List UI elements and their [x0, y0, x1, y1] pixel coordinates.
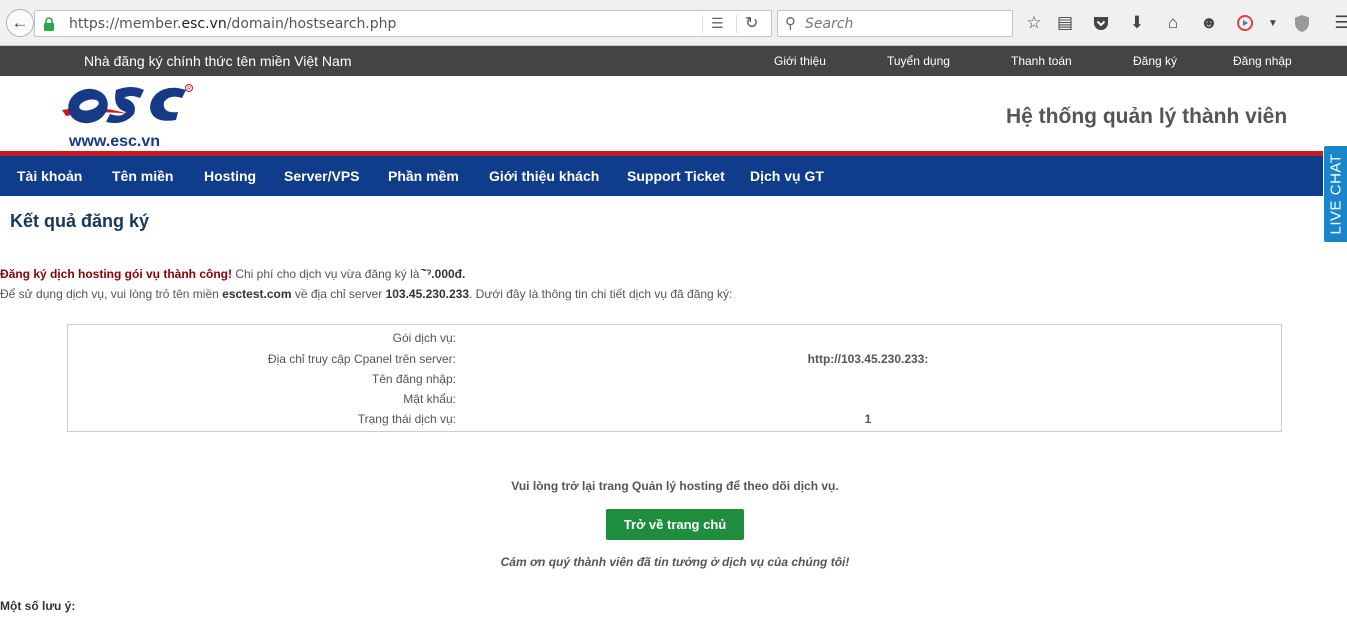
reader-view-icon[interactable]: ☰: [711, 15, 724, 32]
home-icon[interactable]: ⌂: [1162, 12, 1184, 34]
success-text: Đăng ký dịch hosting gói vụ thành công!: [0, 267, 232, 281]
thank-you-note: Cám ơn quý thành viên đã tin tưởng ở dịc…: [500, 555, 850, 569]
lock-icon: [44, 17, 54, 31]
esc-logo[interactable]: R www.esc.vn: [58, 80, 198, 152]
separator: [736, 15, 737, 33]
notes-heading: Một số lưu ý:: [0, 599, 76, 613]
instruction-text: Để sử dụng dịch vụ, vui lòng trỏ tên miề…: [0, 287, 223, 301]
extension-icon[interactable]: [1234, 12, 1256, 34]
dropdown-arrow-icon[interactable]: ▼: [1262, 12, 1284, 34]
back-arrow-icon[interactable]: ←: [6, 9, 34, 37]
search-bar[interactable]: ⚲ Search: [777, 10, 1013, 37]
svg-text:R: R: [187, 86, 191, 92]
shield-icon[interactable]: [1291, 12, 1313, 34]
esc-logo-graphic: R: [62, 84, 193, 124]
instruction-text: . Dưới đây là thông tin chi tiết dịch vụ…: [469, 287, 733, 301]
main-nav: Tài khoản Tên miền Hosting Server/VPS Ph…: [0, 156, 1347, 196]
bookmark-star-icon[interactable]: ☆: [1023, 12, 1045, 34]
detail-label-package: Gói dịch vụ:: [392, 331, 456, 345]
browser-toolbar: ← https://member.esc.vn/domain/hostsearc…: [0, 0, 1347, 46]
link-about[interactable]: Giới thiệu: [774, 54, 826, 68]
detail-label-status: Trạng thái dịch vụ:: [357, 412, 456, 426]
search-icon: ⚲: [785, 15, 796, 32]
nav-domains[interactable]: Tên miền: [112, 168, 173, 184]
nav-support-ticket[interactable]: Support Ticket: [627, 168, 725, 184]
top-bar: Nhà đăng ký chính thức tên miền Việt Nam…: [0, 46, 1347, 76]
search-placeholder: Search: [805, 16, 854, 32]
download-icon[interactable]: ⬇: [1126, 12, 1148, 34]
pocket-icon[interactable]: [1090, 12, 1112, 34]
server-ip: 103.45.230.233: [385, 287, 469, 301]
reading-list-icon[interactable]: ▤: [1054, 12, 1076, 34]
site-header: R www.esc.vn Hệ thống quản lý thành viên: [0, 76, 1347, 152]
nav-value-added-services[interactable]: Dịch vụ GT: [750, 168, 824, 184]
url-text: https://member.esc.vn/domain/hostsearch.…: [69, 16, 397, 32]
detail-label-cpanel: Địa chỉ truy cập Cpanel trên server:: [267, 352, 456, 366]
page-title: Kết quả đăng ký: [10, 211, 150, 231]
detail-value-status: 1: [864, 412, 872, 426]
instructions: Để sử dụng dịch vụ, vui lòng trỏ tên miề…: [0, 287, 732, 301]
nav-referral[interactable]: Giới thiệu khách: [489, 168, 599, 184]
address-bar[interactable]: https://member.esc.vn/domain/hostsearch.…: [34, 10, 772, 37]
link-payment[interactable]: Thanh toán: [1011, 54, 1072, 68]
nav-account[interactable]: Tài khoản: [17, 168, 82, 184]
live-chat-tab[interactable]: LIVE CHAT: [1323, 145, 1347, 243]
link-register[interactable]: Đăng ký: [1133, 54, 1177, 68]
live-chat-label: LIVE CHAT: [1327, 153, 1344, 235]
instruction-text: về địa chỉ server: [291, 287, 386, 301]
header-title: Hệ thống quản lý thành viên: [1006, 105, 1288, 128]
domain-name: esctest.com: [222, 287, 292, 301]
site-tagline: Nhà đăng ký chính thức tên miền Việt Nam: [84, 53, 352, 69]
detail-value-cpanel: http://103.45.230.233:: [807, 352, 929, 366]
link-login[interactable]: Đăng nhập: [1233, 54, 1292, 68]
menu-icon[interactable]: ☰: [1331, 12, 1347, 34]
link-careers[interactable]: Tuyển dụng: [887, 54, 950, 68]
success-message: Đăng ký dịch hosting gói vụ thành công! …: [0, 267, 465, 281]
logo-text: www.esc.vn: [69, 133, 160, 150]
detail-label-username: Tên đăng nhập:: [371, 372, 456, 386]
detail-label-password: Mật khẩu:: [403, 392, 456, 406]
service-details-table: Gói dịch vụ: Địa chỉ truy cập Cpanel trê…: [67, 324, 1282, 432]
nav-hosting[interactable]: Hosting: [204, 168, 256, 184]
return-note: Vui lòng trở lại trang Quản lý hosting đ…: [511, 479, 839, 493]
reload-icon[interactable]: ↻: [745, 13, 758, 33]
cost-text: Chi phí cho dịch vụ vừa đăng ký là: [232, 267, 423, 281]
emoji-icon[interactable]: ☻: [1198, 12, 1220, 34]
nav-software[interactable]: Phần mềm: [388, 168, 459, 184]
nav-server-vps[interactable]: Server/VPS: [284, 168, 360, 184]
cost-value: ̄˘ˀ.000đ.: [422, 267, 466, 281]
home-button[interactable]: Trở về trang chủ: [606, 509, 744, 540]
separator: [702, 15, 703, 33]
